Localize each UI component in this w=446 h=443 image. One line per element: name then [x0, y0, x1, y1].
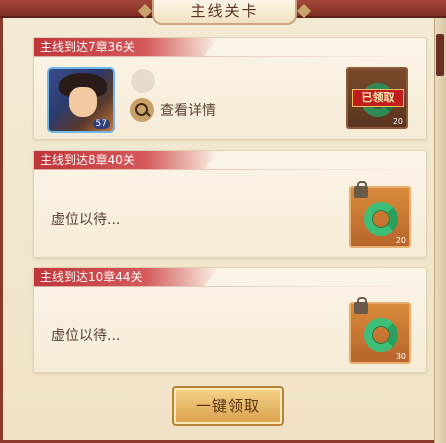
item-quantity: 20	[395, 236, 406, 245]
divider	[34, 56, 426, 57]
hero-face	[69, 87, 97, 117]
divider	[34, 286, 426, 287]
placeholder-text: 虚位以待...	[51, 212, 121, 228]
claimed-badge: 已领取	[352, 89, 404, 107]
jade-ring-icon	[364, 202, 398, 236]
side-tab[interactable]	[436, 34, 444, 76]
condition-label: 主线到达10章44关	[34, 268, 219, 286]
hero-level: 57	[92, 119, 110, 129]
divider	[34, 169, 426, 170]
item-quantity: 20	[392, 117, 403, 126]
lock-icon	[354, 297, 368, 314]
player-name-blurred	[131, 69, 155, 93]
view-details-label: 查看详情	[160, 103, 216, 119]
reward-item[interactable]: 30	[349, 297, 411, 364]
magnifier-icon	[130, 98, 154, 122]
hero-avatar[interactable]: 57	[47, 67, 115, 133]
claim-all-button[interactable]: 一键领取	[172, 386, 284, 426]
reward-item[interactable]: 20	[349, 181, 411, 248]
placeholder-text: 虚位以待...	[51, 328, 121, 344]
reward-card: 主线到达7章36关 57 查看详情 已领取 20	[33, 37, 427, 140]
view-details-button[interactable]: 查看详情	[130, 97, 216, 123]
condition-label: 主线到达8章40关	[34, 151, 219, 169]
reward-item[interactable]: 已领取 20	[346, 67, 408, 129]
jade-ring-icon	[364, 318, 398, 352]
right-edge	[434, 18, 446, 443]
lock-icon	[354, 181, 368, 198]
reward-card: 主线到达10章44关 虚位以待... 30	[33, 267, 427, 373]
condition-label: 主线到达7章36关	[34, 38, 219, 56]
item-quantity: 30	[395, 352, 406, 361]
panel-title: 主线关卡	[152, 0, 297, 25]
reward-card: 主线到达8章40关 虚位以待... 20	[33, 150, 427, 258]
